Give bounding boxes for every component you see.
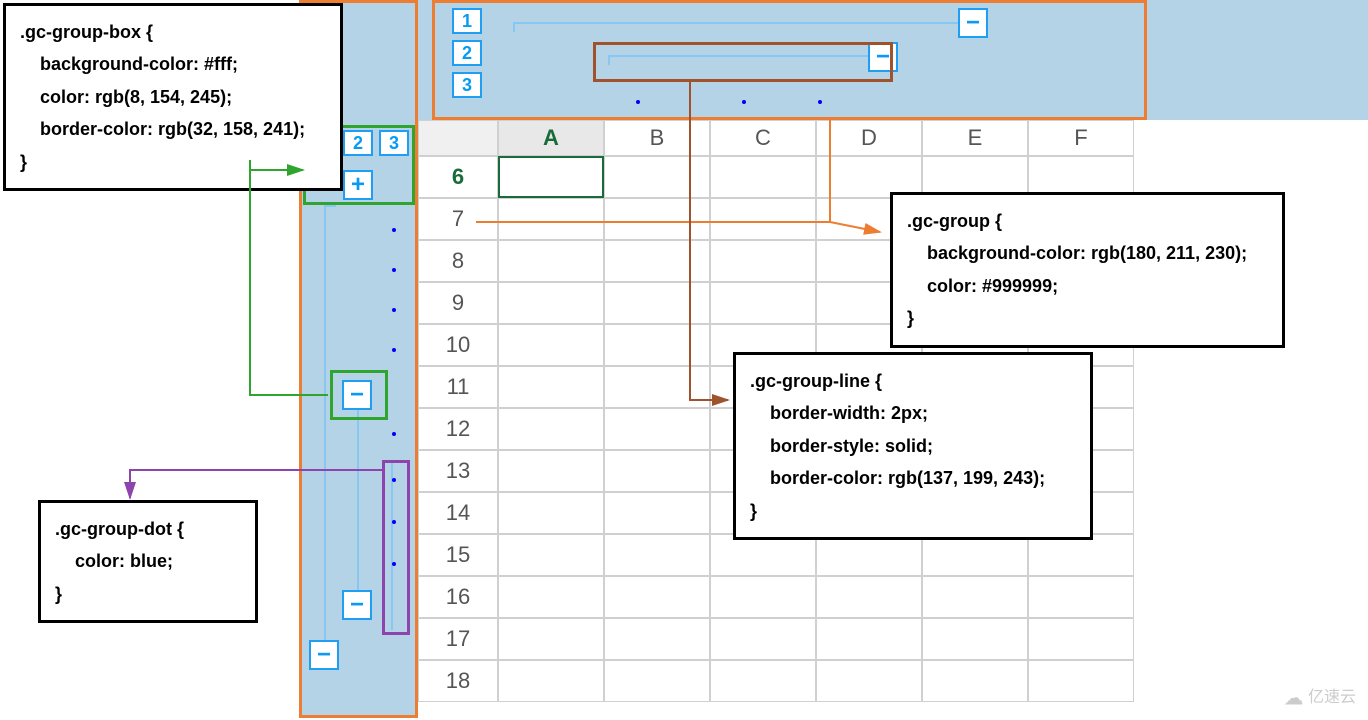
row-header-10[interactable]: 10 <box>418 324 498 366</box>
row-header-15[interactable]: 15 <box>418 534 498 576</box>
cell[interactable] <box>604 282 710 324</box>
row-header-9[interactable]: 9 <box>418 282 498 324</box>
cell[interactable] <box>498 534 604 576</box>
row-header-12[interactable]: 12 <box>418 408 498 450</box>
row-header-7[interactable]: 7 <box>418 198 498 240</box>
cell[interactable] <box>1028 660 1134 702</box>
cell[interactable] <box>710 660 816 702</box>
cell[interactable] <box>604 660 710 702</box>
cell[interactable] <box>498 660 604 702</box>
row-header-8[interactable]: 8 <box>418 240 498 282</box>
row-header-13[interactable]: 13 <box>418 450 498 492</box>
codebox-gc-group-dot: .gc-group-dot { color: blue; } <box>38 500 258 623</box>
cell[interactable] <box>498 492 604 534</box>
row-header-11[interactable]: 11 <box>418 366 498 408</box>
row-header-14[interactable]: 14 <box>418 492 498 534</box>
watermark: ☁ 亿速云 <box>1284 683 1356 710</box>
cell[interactable] <box>604 576 710 618</box>
row-header-17[interactable]: 17 <box>418 618 498 660</box>
cell[interactable] <box>604 618 710 660</box>
highlight-minus-green <box>330 370 388 420</box>
cell[interactable] <box>710 618 816 660</box>
cell[interactable] <box>604 240 710 282</box>
cell[interactable] <box>498 324 604 366</box>
select-all-cell[interactable] <box>418 120 498 156</box>
cell-A6[interactable] <box>498 156 604 198</box>
col-header-A[interactable]: A <box>498 120 604 156</box>
cell[interactable] <box>922 576 1028 618</box>
cell[interactable] <box>710 282 816 324</box>
col-header-B[interactable]: B <box>604 120 710 156</box>
cell[interactable] <box>816 660 922 702</box>
col-header-C[interactable]: C <box>710 120 816 156</box>
col-header-D[interactable]: D <box>816 120 922 156</box>
row-header-18[interactable]: 18 <box>418 660 498 702</box>
cell[interactable] <box>1028 618 1134 660</box>
cell[interactable] <box>922 618 1028 660</box>
cell[interactable] <box>498 576 604 618</box>
row-header-6[interactable]: 6 <box>418 156 498 198</box>
watermark-text: 亿速云 <box>1308 689 1356 706</box>
cell[interactable] <box>922 660 1028 702</box>
cell[interactable] <box>604 366 710 408</box>
cell[interactable] <box>710 534 816 576</box>
highlight-line-brown <box>593 42 893 82</box>
cell[interactable] <box>922 534 1028 576</box>
highlight-dots-purple <box>382 460 410 635</box>
cell[interactable] <box>816 534 922 576</box>
cell[interactable] <box>498 240 604 282</box>
cell[interactable] <box>498 450 604 492</box>
column-header-row: A B C D E F <box>418 120 1368 156</box>
codebox-gc-group-line: .gc-group-line { border-width: 2px; bord… <box>733 352 1093 540</box>
cell[interactable] <box>604 450 710 492</box>
cell[interactable] <box>498 282 604 324</box>
row-header-16[interactable]: 16 <box>418 576 498 618</box>
cloud-icon: ☁ <box>1284 687 1304 709</box>
cell[interactable] <box>1028 534 1134 576</box>
cell[interactable] <box>604 408 710 450</box>
cell[interactable] <box>604 198 710 240</box>
codebox-gc-group-box: .gc-group-box { background-color: #fff; … <box>3 3 343 191</box>
col-header-E[interactable]: E <box>922 120 1028 156</box>
cell[interactable] <box>498 366 604 408</box>
codebox-gc-group: .gc-group { background-color: rgb(180, 2… <box>890 192 1285 348</box>
cell[interactable] <box>816 576 922 618</box>
cell[interactable] <box>604 324 710 366</box>
cell[interactable] <box>498 198 604 240</box>
cell[interactable] <box>604 156 710 198</box>
cell[interactable] <box>710 156 816 198</box>
cell[interactable] <box>604 492 710 534</box>
cell[interactable] <box>710 576 816 618</box>
cell[interactable] <box>1028 576 1134 618</box>
cell[interactable] <box>710 240 816 282</box>
cell[interactable] <box>498 618 604 660</box>
cell[interactable] <box>816 618 922 660</box>
cell[interactable] <box>604 534 710 576</box>
cell[interactable] <box>498 408 604 450</box>
cell[interactable] <box>710 198 816 240</box>
col-header-F[interactable]: F <box>1028 120 1134 156</box>
